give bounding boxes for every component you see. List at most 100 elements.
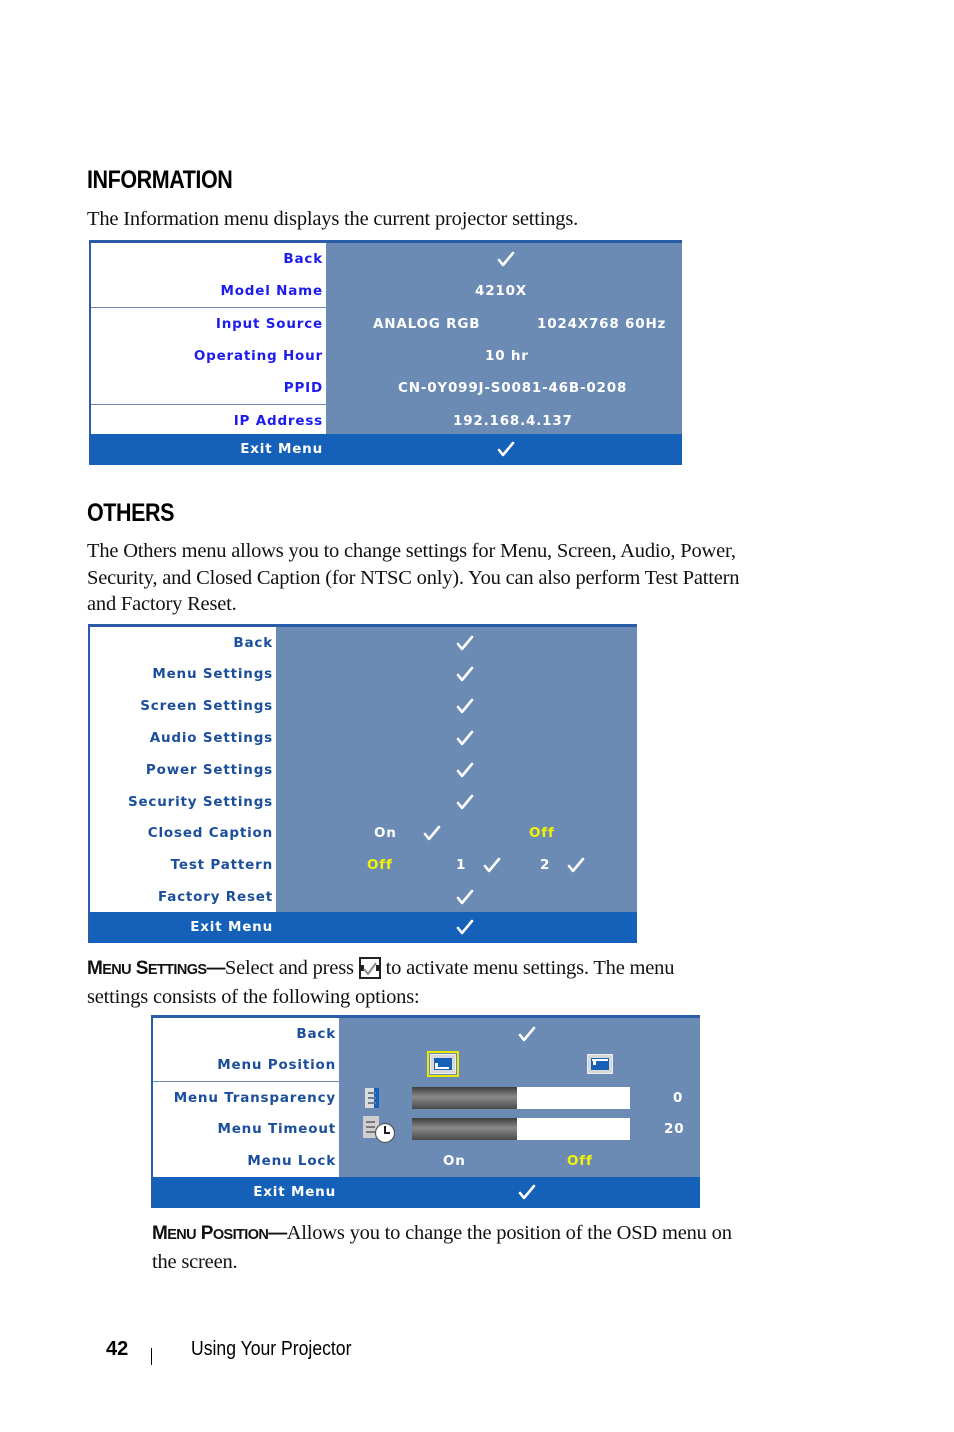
row-label: Back xyxy=(153,1018,339,1050)
menu-settings-text: Select and press xyxy=(224,957,354,979)
menu-settings-paragraph: MENU SETTINGS—Select and press to activa… xyxy=(87,955,674,1010)
footer-separator xyxy=(151,1348,152,1365)
operating-hour-value: 10 hr xyxy=(485,348,529,364)
exit-menu-label: Exit Menu xyxy=(253,1184,336,1200)
menu-transparency-value: 0 xyxy=(673,1090,684,1106)
runin-smallcaps: OSITION xyxy=(212,1227,269,1243)
others-heading: OTHERS xyxy=(87,499,175,527)
menu-settings-text: to activate menu settings. The menu xyxy=(385,957,675,979)
closed-caption-option-off[interactable]: Off xyxy=(529,817,555,849)
row-label: IP Address xyxy=(91,405,326,437)
row-label: Menu Transparency xyxy=(153,1082,339,1114)
menu-settings-runin-title: MENU SETTINGS— xyxy=(87,958,225,979)
row-label: Operating Hour xyxy=(91,340,326,372)
information-heading: INFORMATION xyxy=(87,166,233,194)
menu-settings-row-menu-transparency[interactable]: Menu Transparency 0 xyxy=(153,1082,700,1114)
test-pattern-option-1[interactable]: 1 xyxy=(456,849,466,881)
runin-letter: P xyxy=(200,1223,214,1244)
row-label: Menu Position xyxy=(153,1049,339,1081)
row-label: Menu Settings xyxy=(90,658,276,690)
check-icon xyxy=(456,666,474,682)
row-label: Security Settings xyxy=(90,786,276,818)
info-row-exit-menu[interactable]: Exit Menu xyxy=(91,434,682,465)
menu-settings-row-exit-menu[interactable]: Exit Menu xyxy=(153,1177,700,1208)
row-label: PPID xyxy=(91,372,326,404)
timeout-clock-icon xyxy=(363,1116,397,1144)
others-row-back[interactable]: Back xyxy=(90,627,637,659)
runin-smallcaps: ENU xyxy=(102,962,132,978)
others-row-exit-menu[interactable]: Exit Menu xyxy=(90,912,637,943)
runin-dash: — xyxy=(268,1223,287,1244)
others-description-line: Security, and Closed Caption (for NTSC o… xyxy=(87,566,740,589)
menu-position-bottom-left-icon[interactable] xyxy=(427,1051,459,1077)
menu-timeout-slider[interactable] xyxy=(412,1118,630,1140)
information-description: The Information menu displays the curren… xyxy=(87,208,579,230)
info-row-ppid: PPID CN-0Y099J-S0081-46B-0208 xyxy=(91,372,682,404)
row-label: Menu Lock xyxy=(153,1145,339,1177)
row-label: Audio Settings xyxy=(90,722,276,754)
menu-settings-row-back[interactable]: Back xyxy=(153,1018,700,1050)
check-icon xyxy=(518,1026,536,1042)
ppid-value: CN-0Y099J-S0081-46B-0208 xyxy=(398,380,628,396)
others-row-audio-settings[interactable]: Audio Settings xyxy=(90,722,637,754)
check-icon xyxy=(497,251,515,267)
check-icon xyxy=(456,698,474,714)
others-row-security-settings[interactable]: Security Settings xyxy=(90,786,637,818)
check-icon xyxy=(497,441,515,457)
transparency-icon xyxy=(365,1088,379,1108)
test-pattern-option-2[interactable]: 2 xyxy=(540,849,550,881)
menu-settings-row-menu-timeout[interactable]: Menu Timeout 20 xyxy=(153,1113,700,1145)
others-row-screen-settings[interactable]: Screen Settings xyxy=(90,690,637,722)
test-pattern-option-off[interactable]: Off xyxy=(367,849,393,881)
menu-position-text-line2: the screen. xyxy=(152,1250,238,1273)
row-label: Back xyxy=(90,627,276,659)
others-row-power-settings[interactable]: Power Settings xyxy=(90,754,637,786)
check-icon xyxy=(456,919,474,935)
runin-letter: M xyxy=(87,958,103,979)
closed-caption-option-on[interactable]: On xyxy=(374,817,397,849)
check-icon xyxy=(456,762,474,778)
others-description-line: The Others menu allows you to change set… xyxy=(87,540,736,562)
info-row-model-name: Model Name 4210X xyxy=(91,275,682,307)
runin-smallcaps: ETTINGS xyxy=(147,962,207,978)
others-description-line: and Factory Reset. xyxy=(87,593,237,615)
info-row-operating-hour: Operating Hour 10 hr xyxy=(91,340,682,372)
menu-transparency-slider[interactable] xyxy=(412,1087,630,1109)
check-icon xyxy=(483,857,501,873)
check-icon xyxy=(518,1184,536,1200)
runin-letter: M xyxy=(152,1223,168,1244)
menu-settings-row-menu-lock[interactable]: Menu Lock On Off xyxy=(153,1145,700,1177)
runin-smallcaps: ENU xyxy=(167,1227,197,1243)
menu-position-runin-title: MENU POSITION— xyxy=(152,1223,287,1244)
row-label: Screen Settings xyxy=(90,690,276,722)
exit-menu-label: Exit Menu xyxy=(190,919,273,935)
input-resolution-value: 1024X768 60Hz xyxy=(537,316,667,332)
menu-position-top-left-icon[interactable] xyxy=(587,1054,613,1074)
runin-dash: — xyxy=(206,958,225,979)
info-row-input-source: Input Source ANALOG RGB 1024X768 60Hz xyxy=(91,308,682,340)
others-row-closed-caption[interactable]: Closed Caption On Off xyxy=(90,817,637,849)
menu-settings-text-line2: settings consists of the following optio… xyxy=(87,985,420,1008)
menu-timeout-value: 20 xyxy=(664,1121,685,1137)
menu-settings-row-menu-position[interactable]: Menu Position xyxy=(153,1049,700,1081)
slider-fill xyxy=(412,1118,517,1140)
row-label: Power Settings xyxy=(90,754,276,786)
others-row-test-pattern[interactable]: Test Pattern Off 1 2 xyxy=(90,849,637,881)
screen-shape xyxy=(591,1058,609,1070)
chapter-title: Using Your Projector xyxy=(191,1338,352,1360)
menu-lock-option-off[interactable]: Off xyxy=(567,1145,593,1177)
row-label: Factory Reset xyxy=(90,881,276,913)
menu-lock-option-on[interactable]: On xyxy=(443,1145,466,1177)
menu-position-paragraph: MENU POSITION—Allows you to change the p… xyxy=(152,1220,732,1275)
row-label: Closed Caption xyxy=(90,817,276,849)
info-row-ip-address: IP Address 192.168.4.137 xyxy=(91,405,682,437)
others-row-factory-reset[interactable]: Factory Reset xyxy=(90,881,637,913)
others-description: The Others menu allows you to change set… xyxy=(87,538,740,618)
check-icon xyxy=(423,825,441,841)
info-row-back[interactable]: Back xyxy=(91,243,682,275)
menu-position-text: Allows you to change the position of the… xyxy=(286,1222,732,1244)
exit-menu-label: Exit Menu xyxy=(240,441,323,457)
row-label: Menu Timeout xyxy=(153,1113,339,1145)
input-source-value: ANALOG RGB xyxy=(373,316,481,332)
others-row-menu-settings[interactable]: Menu Settings xyxy=(90,658,637,690)
